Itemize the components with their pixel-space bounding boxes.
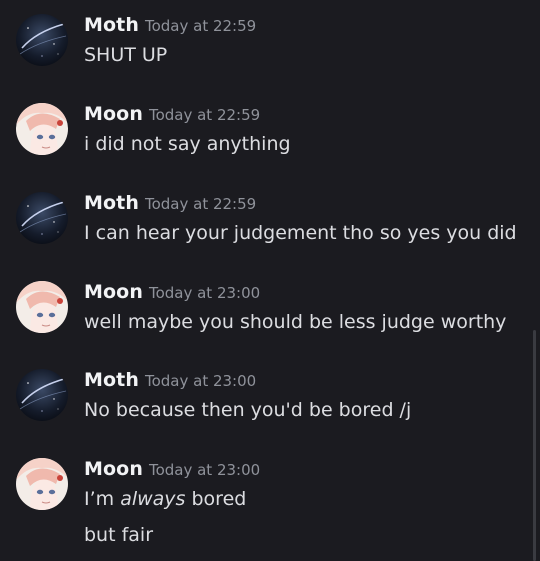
timestamp[interactable]: Today at 23:00: [145, 372, 256, 390]
author-name[interactable]: Moon: [84, 458, 143, 480]
message-header: Moth Today at 23:00: [84, 369, 256, 395]
timestamp[interactable]: Today at 22:59: [145, 195, 256, 213]
message-text: SHUT UP: [84, 44, 168, 66]
message-list[interactable]: Moth Today at 22:59 SHUT UP Moon Today at …: [0, 0, 540, 561]
timestamp[interactable]: Today at 23:00: [149, 284, 260, 302]
author-name[interactable]: Moth: [84, 14, 139, 36]
message-text: I’m always bored: [84, 488, 246, 510]
text-segment: bored: [185, 488, 247, 510]
message-text: i did not say anything: [84, 133, 291, 155]
message-text: No because then you'd be bored /j: [84, 399, 412, 421]
moth-avatar[interactable]: [16, 14, 68, 66]
author-name[interactable]: Moon: [84, 103, 143, 125]
timestamp[interactable]: Today at 23:00: [149, 461, 260, 479]
moon-avatar[interactable]: [16, 281, 68, 333]
message-header: Moon Today at 23:00: [84, 281, 260, 307]
message-header: Moon Today at 22:59: [84, 103, 260, 129]
moth-avatar[interactable]: [16, 192, 68, 244]
message-header: Moth Today at 22:59: [84, 192, 256, 218]
message-text: I can hear your judgement tho so yes you…: [84, 222, 517, 244]
message-text: well maybe you should be less judge wort…: [84, 311, 507, 333]
timestamp[interactable]: Today at 22:59: [149, 106, 260, 124]
moth-avatar[interactable]: [16, 369, 68, 421]
author-name[interactable]: Moth: [84, 369, 139, 391]
author-name[interactable]: Moth: [84, 192, 139, 214]
author-name[interactable]: Moon: [84, 281, 143, 303]
moon-avatar[interactable]: [16, 458, 68, 510]
emphasized-text: always: [120, 488, 186, 510]
message-header: Moth Today at 22:59: [84, 14, 256, 40]
scrollbar[interactable]: [533, 330, 536, 561]
timestamp[interactable]: Today at 22:59: [145, 17, 256, 35]
message-text: but fair: [84, 524, 154, 546]
moon-avatar[interactable]: [16, 103, 68, 155]
message-header: Moon Today at 23:00: [84, 458, 260, 484]
text-segment: I’m: [84, 488, 121, 510]
